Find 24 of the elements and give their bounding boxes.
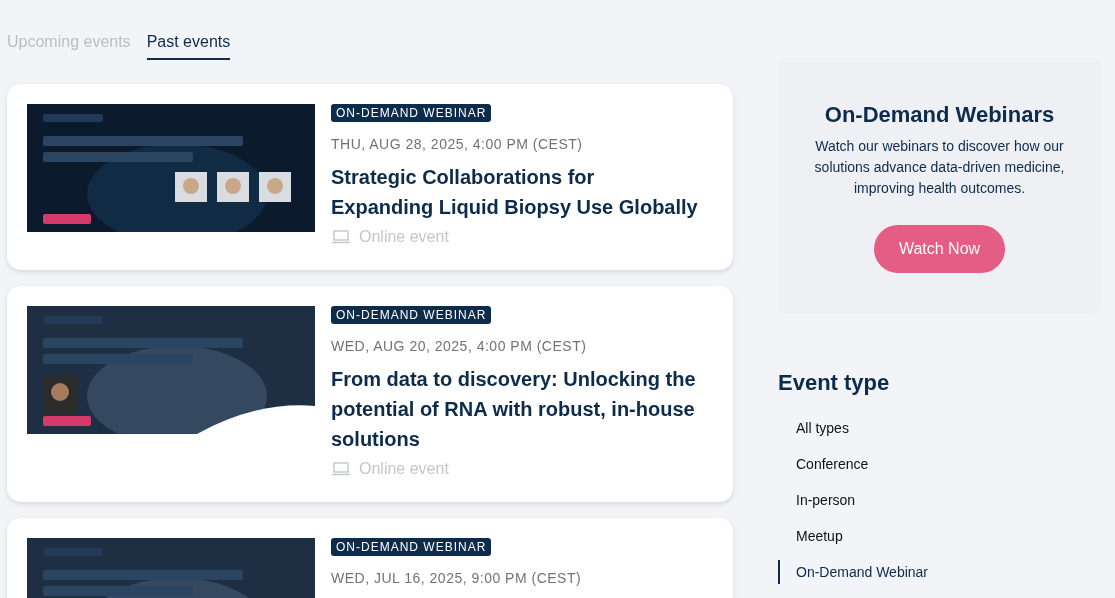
event-card[interactable]: ON-DEMAND WEBINAR THU, AUG 28, 2025, 4:00 PM (CEST) Strategic Collaborations for Expanding Liquid Biopsy Use Globally Online event bbox=[7, 84, 733, 270]
tab[interactable]: Past events bbox=[146, 32, 231, 60]
laptop-icon bbox=[331, 230, 351, 244]
event-title-link[interactable]: From data to discovery: Unlocking the potential of RNA with robust, in-house solutions bbox=[331, 364, 701, 454]
promo-title: On-Demand Webinars bbox=[824, 102, 1055, 128]
event-date: WED, JUL 16, 2025, 9:00 PM (CEST) bbox=[331, 570, 582, 586]
filter-heading: Event type bbox=[778, 370, 891, 396]
event-title-link[interactable]: Strategic Collaborations for Expanding Liquid Biopsy Use Globally bbox=[331, 162, 701, 222]
filter-item[interactable]: Conference bbox=[778, 452, 1101, 476]
event-card[interactable]: ON-DEMAND WEBINAR WED, JUL 16, 2025, 9:00 PM (CEST) bbox=[7, 518, 733, 598]
filter-item[interactable]: In-person bbox=[778, 488, 1101, 512]
event-card[interactable]: ON-DEMAND WEBINAR WED, AUG 20, 2025, 4:00 PM (CEST) From data to discovery: Unlocking the potential of RNA with robust, in-house solutions Online event bbox=[7, 286, 733, 502]
event-type-badge: ON-DEMAND WEBINAR bbox=[331, 104, 492, 122]
event-type-badge: ON-DEMAND WEBINAR bbox=[331, 306, 492, 324]
event-location: Online event bbox=[359, 460, 449, 478]
event-type-badge: ON-DEMAND WEBINAR bbox=[331, 538, 492, 556]
laptop-icon bbox=[331, 462, 351, 476]
filter-item[interactable]: All types bbox=[778, 416, 1101, 440]
filter-item[interactable]: Meetup bbox=[778, 524, 1101, 548]
filter-item[interactable]: On-Demand Webinar bbox=[778, 560, 1101, 584]
event-date: THU, AUG 28, 2025, 4:00 PM (CEST) bbox=[331, 136, 583, 152]
event-location: Online event bbox=[359, 228, 449, 246]
event-date: WED, AUG 20, 2025, 4:00 PM (CEST) bbox=[331, 338, 587, 354]
promo-text: Watch our webinars to discover how our solutions advance data-driven medicine, improving health outcomes. bbox=[814, 137, 1065, 198]
